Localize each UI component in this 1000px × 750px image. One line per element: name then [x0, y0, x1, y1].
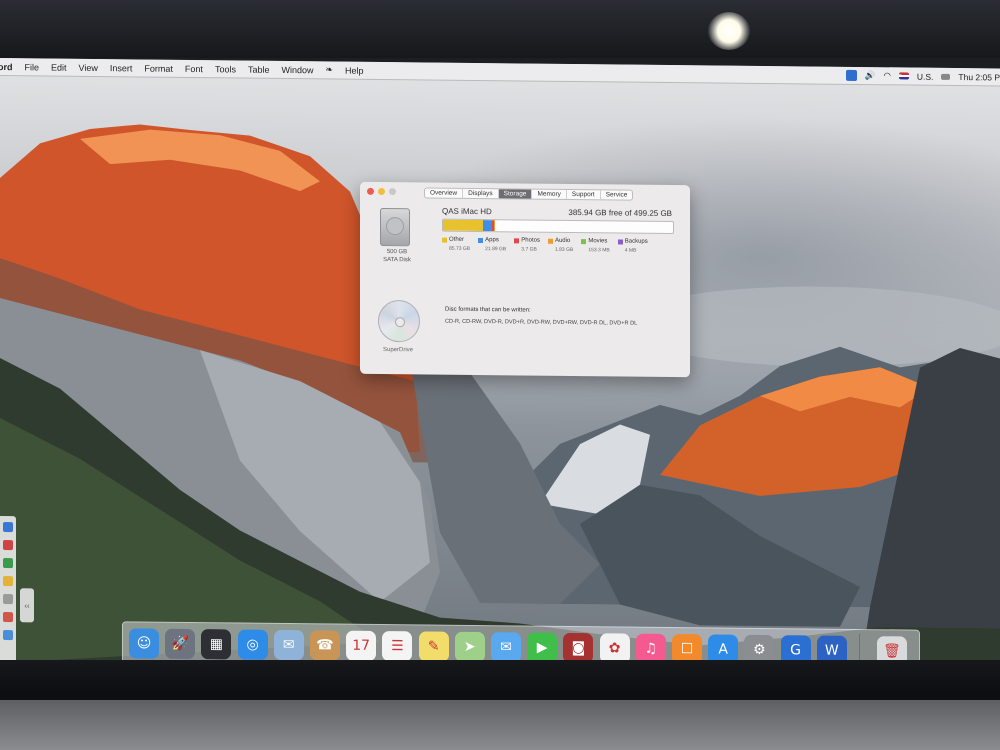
- optical-disc-icon: [378, 299, 420, 343]
- dock-mission-control-icon[interactable]: ▦: [201, 629, 232, 660]
- storage-usage-bar: [442, 218, 674, 235]
- highlighter-tool-icon[interactable]: [3, 558, 13, 569]
- disk-caption: 500 GB SATA Disk: [378, 248, 416, 264]
- legend-value: 3.7 GB: [521, 246, 537, 253]
- menu-app-name[interactable]: ord: [0, 61, 13, 71]
- legend-value: 153.3 MB: [588, 247, 610, 254]
- tab-memory[interactable]: Memory: [532, 189, 567, 199]
- dock-finder-icon[interactable]: ☺: [129, 628, 159, 659]
- menu-window[interactable]: Window: [281, 64, 313, 74]
- minimize-button[interactable]: [378, 187, 385, 196]
- ceiling-light: [708, 12, 750, 50]
- legend-swatch: [442, 237, 447, 243]
- legend-label: Photos: [521, 237, 540, 244]
- hard-disk-icon: [380, 207, 410, 247]
- menu-format[interactable]: Format: [144, 63, 173, 73]
- legend-label: Apps: [485, 237, 499, 244]
- usage-segment-audio: [494, 220, 495, 232]
- legend-swatch: [547, 238, 553, 244]
- legend-value: 4 MB: [624, 247, 637, 254]
- menu-font[interactable]: Font: [185, 63, 203, 73]
- script-menu-icon[interactable]: ❧: [325, 64, 333, 75]
- menu-file[interactable]: File: [25, 62, 40, 72]
- flag-icon[interactable]: [898, 72, 909, 80]
- menu-help[interactable]: Help: [345, 65, 364, 75]
- about-this-mac-window: Overview Displays Storage Memory Support…: [360, 181, 690, 378]
- legend-value: 1.83 GB: [554, 246, 574, 254]
- close-button[interactable]: [367, 187, 374, 195]
- disc-formats-list: CD-R, CD-RW, DVD-R, DVD+R, DVD-RW, DVD+R…: [445, 318, 638, 327]
- legend-backups: Backups 4 MB: [617, 238, 648, 254]
- tab-support[interactable]: Support: [566, 189, 601, 200]
- legend-value: 85.73 GB: [449, 245, 471, 252]
- pen-tool-icon[interactable]: [3, 540, 13, 551]
- usage-segment-apps: [483, 220, 492, 232]
- tab-service[interactable]: Service: [601, 190, 633, 199]
- pointer-tool-icon[interactable]: [3, 522, 13, 533]
- legend-value: 21.89 GB: [485, 246, 507, 253]
- dock-photo-booth-icon[interactable]: ◙: [563, 632, 594, 664]
- menu-clock[interactable]: Thu 2:05 P: [958, 72, 1000, 82]
- legend-apps: Apps 21.89 GB: [478, 237, 506, 252]
- drive-free-space: 385.94 GB free of 499.25 GB: [568, 207, 672, 219]
- legend-audio: Audio 1.83 GB: [547, 237, 574, 254]
- dock-safari-icon[interactable]: ◎: [237, 629, 268, 660]
- monitor-bezel-top: [0, 0, 1000, 58]
- dock-reminders-icon[interactable]: ☰: [382, 631, 413, 662]
- volume-icon[interactable]: 🔊: [865, 70, 876, 81]
- zoom-button[interactable]: [389, 188, 396, 196]
- desk-surface: [0, 700, 1000, 750]
- tab-displays[interactable]: Displays: [463, 188, 499, 199]
- menu-view[interactable]: View: [79, 62, 98, 72]
- battery-icon[interactable]: [941, 73, 951, 80]
- marker-tool-icon[interactable]: [3, 576, 13, 587]
- save-tool-icon[interactable]: [3, 630, 13, 641]
- desktop-screen: ord File Edit View Insert Format Font To…: [0, 58, 1000, 674]
- tab-bar: Overview Displays Storage Memory Support…: [424, 187, 634, 201]
- legend-label: Movies: [588, 238, 608, 245]
- eraser-tool-icon[interactable]: [3, 594, 13, 605]
- legend-swatch: [581, 238, 587, 244]
- menu-table[interactable]: Table: [248, 64, 270, 74]
- menu-insert[interactable]: Insert: [110, 63, 133, 73]
- palette-collapse-handle[interactable]: ‹‹: [20, 588, 34, 623]
- legend-label: Audio: [554, 237, 571, 244]
- legend-swatch: [514, 237, 520, 243]
- dock-maps-icon[interactable]: ➤: [454, 631, 485, 663]
- tab-storage[interactable]: Storage: [498, 189, 533, 199]
- legend-label: Backups: [624, 238, 648, 245]
- menu-edit[interactable]: Edit: [51, 62, 67, 72]
- drive-name: QAS iMac HD: [442, 206, 492, 217]
- floating-tool-palette: [0, 516, 16, 667]
- tab-overview[interactable]: Overview: [425, 188, 464, 198]
- dock-notes-icon[interactable]: ✎: [418, 631, 449, 662]
- legend-swatch: [617, 238, 623, 245]
- dock-calendar-icon[interactable]: 17: [346, 630, 377, 661]
- input-source-label[interactable]: U.S.: [917, 71, 934, 81]
- dock-launchpad-icon[interactable]: 🚀: [165, 628, 196, 660]
- legend-swatch: [478, 237, 484, 243]
- disc-formats-title: Disc formats that can be written:: [445, 306, 531, 314]
- disk-type: SATA Disk: [383, 257, 411, 264]
- wifi-icon[interactable]: ◠: [883, 70, 890, 81]
- optical-drive-name: SuperDrive: [382, 347, 413, 354]
- dock-facetime-icon[interactable]: ▶: [527, 632, 558, 663]
- storage-legend: Other 85.73 GB Apps 21.89 GB Photos 3.7 …: [442, 237, 648, 254]
- dock-contacts-icon[interactable]: ☎: [310, 630, 340, 661]
- shape-tool-icon[interactable]: [3, 612, 13, 623]
- menu-tools[interactable]: Tools: [215, 64, 236, 74]
- legend-movies: Movies 153.3 MB: [581, 238, 610, 254]
- legend-other: Other 85.73 GB: [442, 237, 470, 252]
- dock-messages-icon[interactable]: ✉: [491, 632, 521, 663]
- usage-segment-other: [443, 219, 483, 232]
- legend-photos: Photos 3.7 GB: [514, 237, 540, 253]
- legend-label: Other: [449, 236, 465, 243]
- teamviewer-menu-icon[interactable]: [845, 69, 857, 81]
- dock-preview-icon[interactable]: ✉: [273, 629, 304, 661]
